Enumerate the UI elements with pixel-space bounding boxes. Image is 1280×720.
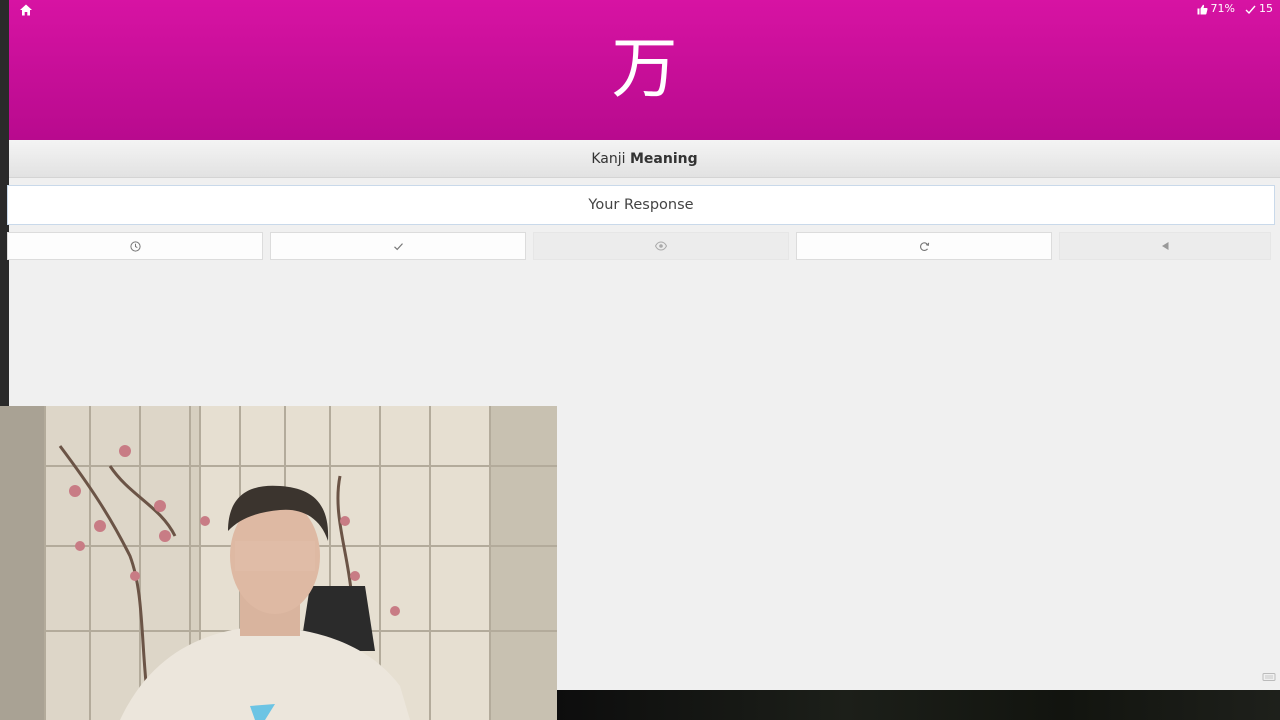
home-icon[interactable] xyxy=(19,2,33,16)
check-icon xyxy=(393,241,404,252)
character-header: 万 71% 15 xyxy=(9,0,1280,140)
submit-answer-button[interactable] xyxy=(270,232,526,260)
correct-rate-value: 71% xyxy=(1210,2,1235,15)
undo-icon xyxy=(919,241,930,252)
check-icon xyxy=(1245,4,1256,15)
screen: 万 71% 15 Kanji Meaning xyxy=(0,0,1280,720)
correct-rate: 71% xyxy=(1197,2,1235,16)
question-type-bar: Kanji Meaning xyxy=(9,140,1280,178)
keyboard-icon[interactable] xyxy=(1262,669,1276,683)
clock-icon xyxy=(129,240,141,252)
kanji-character: 万 xyxy=(611,30,678,107)
action-buttons xyxy=(7,232,1271,262)
question-type: Meaning xyxy=(629,151,698,167)
thumbs-up-icon xyxy=(1197,4,1208,15)
question-subject: Kanji xyxy=(591,151,626,167)
reveal-answer-button[interactable] xyxy=(533,232,789,260)
completed-count-value: 15 xyxy=(1259,2,1273,15)
desktop-background xyxy=(557,690,1280,720)
last-item-info-button[interactable] xyxy=(7,232,263,260)
review-stats: 71% 15 xyxy=(1197,2,1273,16)
answer-input[interactable] xyxy=(7,185,1275,225)
back-arrow-icon xyxy=(1160,241,1170,251)
eye-icon xyxy=(655,241,667,251)
webcam-feed-image xyxy=(0,406,557,720)
retry-button[interactable] xyxy=(796,232,1052,260)
go-back-button[interactable] xyxy=(1059,232,1271,260)
completed-count: 15 xyxy=(1245,2,1273,16)
webcam-overlay xyxy=(0,406,557,720)
